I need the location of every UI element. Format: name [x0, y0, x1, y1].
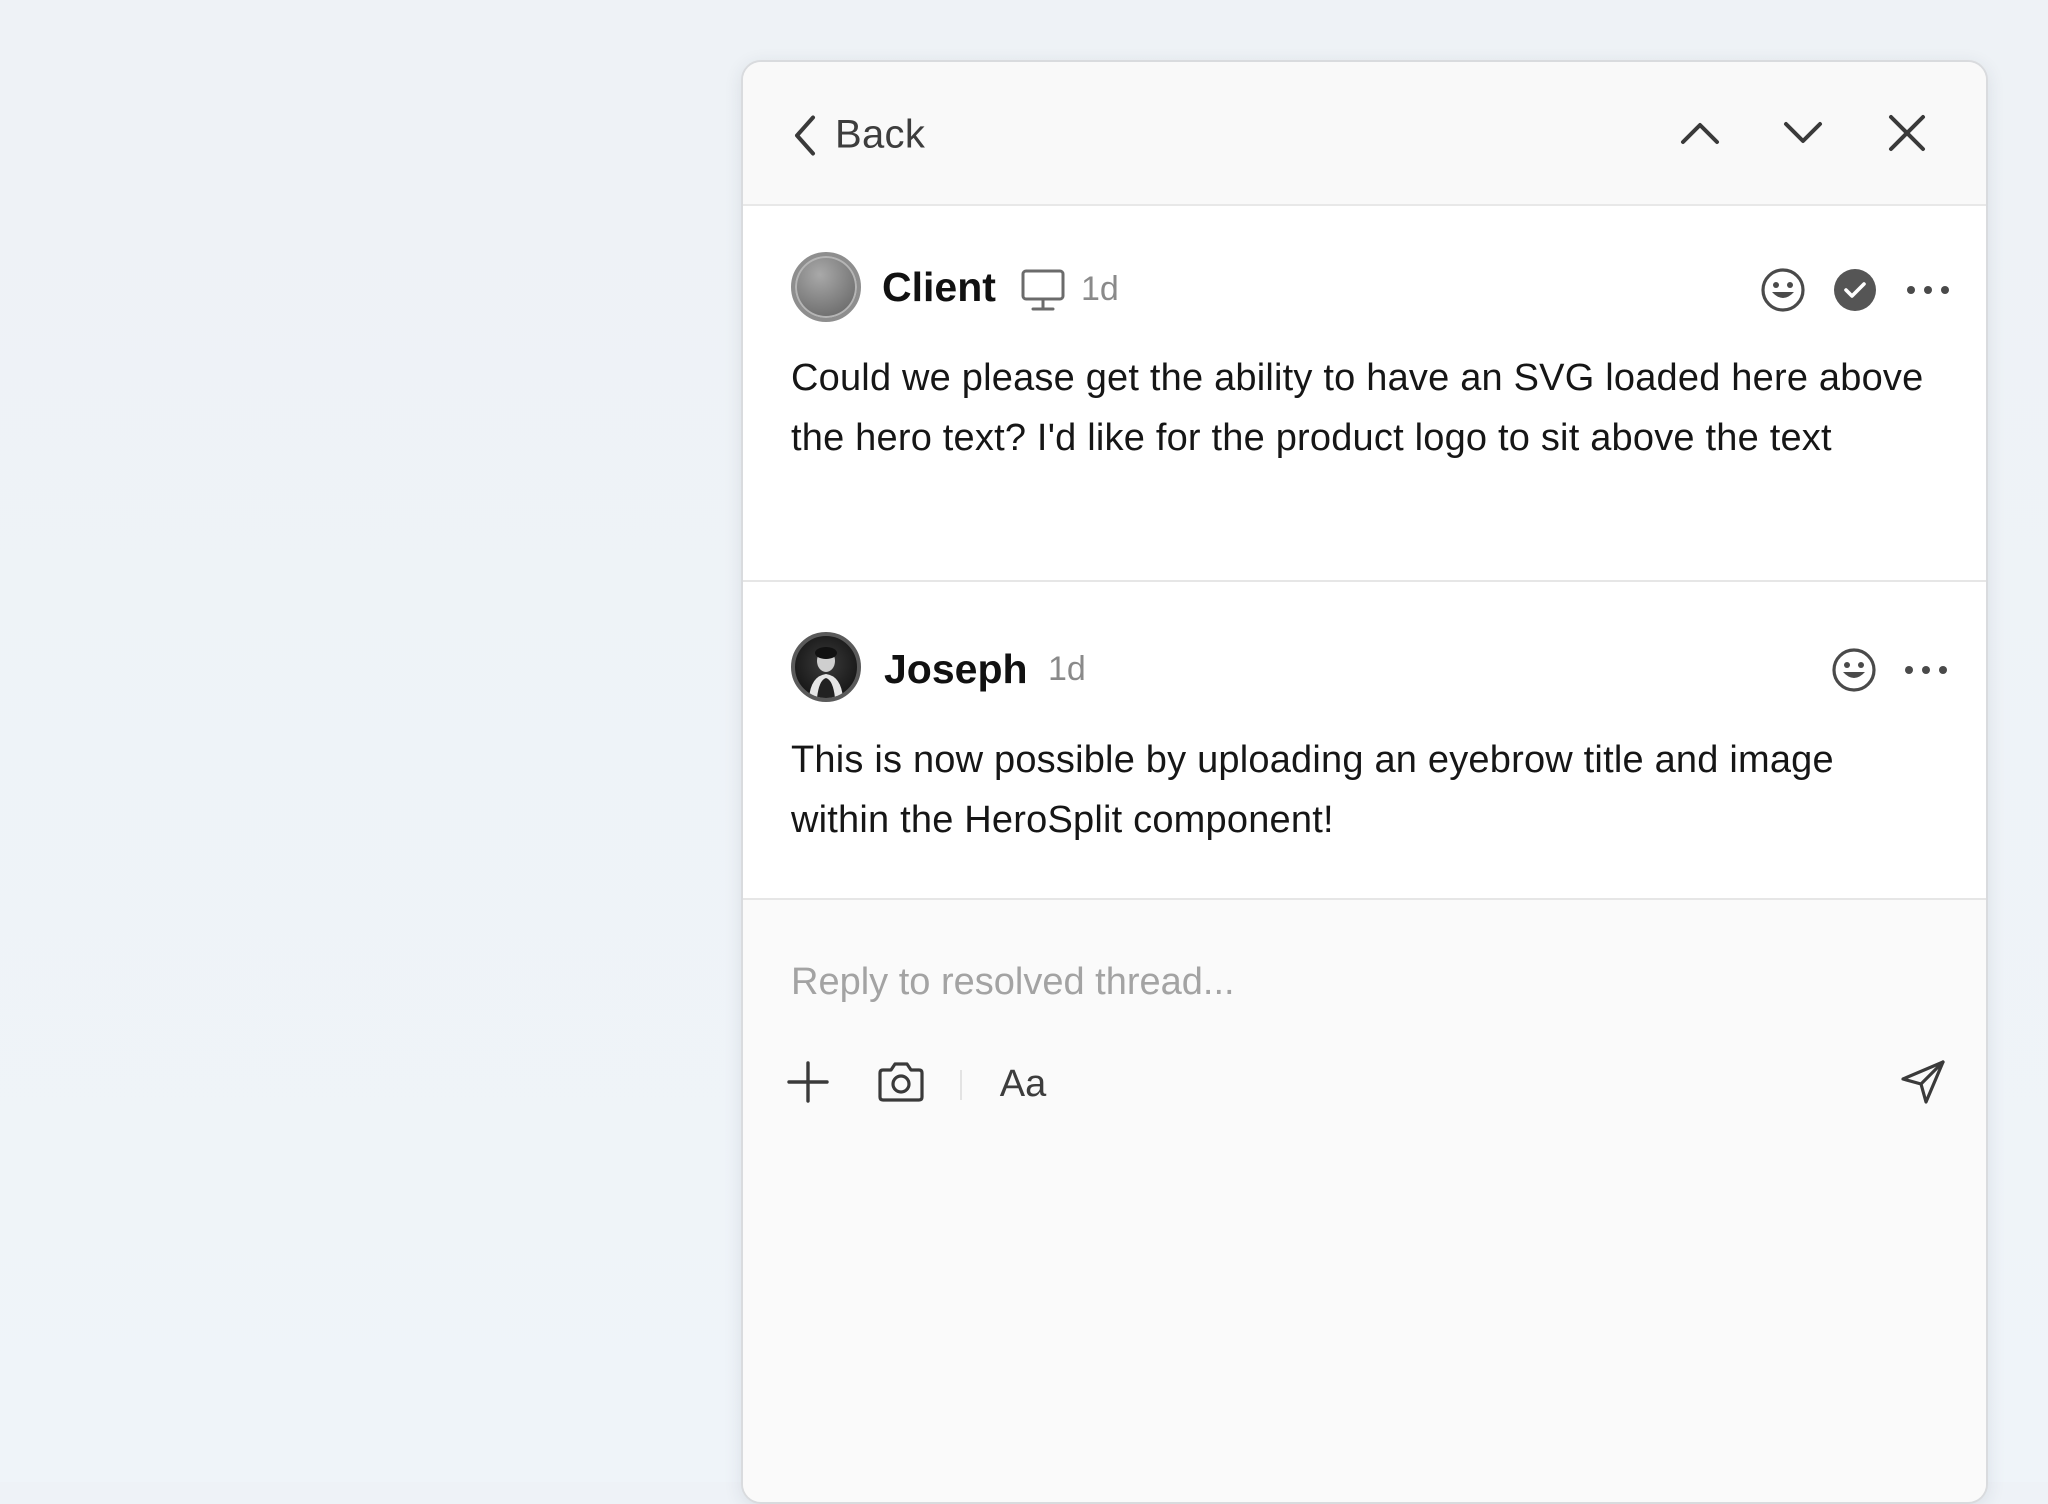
avatar: [791, 252, 861, 322]
send-icon: [1899, 1058, 1947, 1111]
back-button[interactable]: Back: [791, 113, 925, 158]
toolbar-divider: [960, 1070, 962, 1100]
plus-icon: [787, 1060, 829, 1108]
add-reaction-button[interactable]: [1828, 646, 1880, 698]
more-horizontal-icon: [1905, 283, 1951, 301]
add-attachment-button[interactable]: [781, 1056, 835, 1112]
comment-body: This is now possible by uploading an eye…: [791, 739, 1834, 841]
thread-header: Back: [743, 62, 1986, 206]
more-options-button[interactable]: [1902, 266, 1954, 318]
monitor-icon: [1020, 268, 1066, 317]
reply-composer: Aa: [743, 900, 1986, 1500]
chevron-down-icon: [1783, 120, 1823, 151]
send-button[interactable]: [1895, 1056, 1951, 1112]
avatar: [791, 632, 861, 702]
chevron-left-icon: [791, 113, 819, 157]
reply-input[interactable]: [791, 952, 1891, 1012]
chevron-up-icon: [1680, 120, 1720, 151]
more-options-button[interactable]: [1900, 646, 1952, 698]
previous-thread-button[interactable]: [1672, 107, 1728, 163]
comment-body: Could we please get the ability to have …: [791, 357, 1924, 459]
resolve-button[interactable]: [1829, 266, 1881, 318]
comment-author: Client: [882, 264, 996, 310]
text-format-button[interactable]: Aa: [993, 1056, 1053, 1112]
text-format-label: Aa: [999, 1062, 1047, 1105]
close-icon: [1888, 114, 1926, 157]
camera-icon: [876, 1061, 926, 1108]
check-circle-icon: [1832, 267, 1878, 318]
screenshot-button[interactable]: [873, 1056, 929, 1112]
add-reaction-button[interactable]: [1757, 266, 1809, 318]
smiley-icon: [1831, 647, 1877, 698]
comment-thread-panel: Back Client 1d Could we please get the a…: [741, 60, 1988, 1504]
more-horizontal-icon: [1903, 663, 1949, 681]
comment-time: 1d: [1048, 650, 1086, 688]
close-button[interactable]: [1879, 107, 1935, 163]
comment-time: 1d: [1081, 270, 1119, 308]
back-label: Back: [835, 112, 926, 157]
smiley-icon: [1760, 267, 1806, 318]
next-thread-button[interactable]: [1775, 107, 1831, 163]
comment-item: Client 1d Could we please get the abilit…: [743, 206, 1986, 582]
comment-item: Joseph 1d This is now possible by upload…: [743, 582, 1986, 900]
comment-author: Joseph: [884, 646, 1028, 692]
